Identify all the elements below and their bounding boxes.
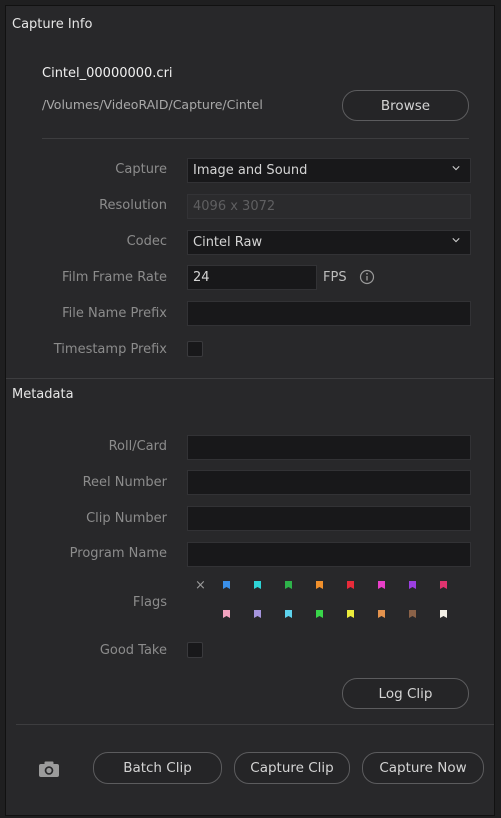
clip-number-label: Clip Number [86,511,167,526]
codec-dropdown[interactable]: Cintel Raw [187,230,471,255]
log-clip-button[interactable]: Log Clip [342,678,469,709]
program-name-input[interactable] [187,542,471,567]
reel-number-input[interactable] [187,470,471,495]
flag-color-a8[interactable] [439,580,448,590]
flag-color-a7[interactable] [408,580,417,590]
codec-label: Codec [126,234,167,249]
flag-color-b6[interactable] [377,609,386,619]
timestamp-prefix-checkbox[interactable] [187,341,203,357]
capture-dropdown[interactable]: Image and Sound [187,158,471,183]
flag-color-b3[interactable] [284,609,293,619]
good-take-checkbox[interactable] [187,642,203,658]
clip-number-input[interactable] [187,506,471,531]
clear-flags-button[interactable]: × [195,578,206,593]
flag-color-b2[interactable] [253,609,262,619]
divider [42,138,469,139]
browse-button[interactable]: Browse [342,90,469,121]
resolution-label: Resolution [99,198,167,213]
camera-icon[interactable] [38,760,60,778]
chevron-down-icon [452,238,460,243]
batch-clip-button[interactable]: Batch Clip [93,752,222,784]
capture-clip-button[interactable]: Capture Clip [234,752,350,784]
flag-color-a3[interactable] [284,580,293,590]
roll-card-label: Roll/Card [108,439,167,454]
info-icon[interactable] [359,269,375,285]
film-frame-rate-input[interactable]: 24 [187,265,317,290]
resolution-value: 4096 x 3072 [193,199,276,214]
flag-color-b1[interactable] [222,609,231,619]
flag-color-b7[interactable] [408,609,417,619]
capture-label: Capture [115,162,167,177]
clip-file-name: Cintel_00000000.cri [42,66,173,81]
flag-color-a6[interactable] [377,580,386,590]
flag-color-b8[interactable] [439,609,448,619]
timestamp-prefix-label: Timestamp Prefix [53,342,167,357]
capture-path: /Volumes/VideoRAID/Capture/Cintel [42,97,263,112]
capture-now-button[interactable]: Capture Now [362,752,484,784]
capture-info-title: Capture Info [12,17,93,32]
capture-panel: Capture Info Cintel_00000000.cri /Volume… [5,5,495,816]
file-name-prefix-input[interactable] [187,301,471,326]
flag-color-b5[interactable] [346,609,355,619]
flag-color-a1[interactable] [222,580,231,590]
metadata-title: Metadata [12,387,74,402]
chevron-down-icon [452,166,460,171]
file-name-prefix-label: File Name Prefix [62,306,167,321]
flags-label: Flags [132,595,167,610]
flag-color-b4[interactable] [315,609,324,619]
divider [16,724,494,725]
codec-value: Cintel Raw [193,235,263,250]
film-frame-rate-label: Film Frame Rate [62,270,167,285]
flag-color-a5[interactable] [346,580,355,590]
divider [6,378,494,379]
good-take-label: Good Take [99,643,167,658]
flag-color-a2[interactable] [253,580,262,590]
fps-label: FPS [323,270,347,285]
capture-value: Image and Sound [193,163,308,178]
roll-card-input[interactable] [187,435,471,460]
resolution-field: 4096 x 3072 [187,194,471,219]
reel-number-label: Reel Number [82,475,167,490]
film-frame-rate-value: 24 [193,270,210,285]
program-name-label: Program Name [69,546,167,561]
flag-color-a4[interactable] [315,580,324,590]
